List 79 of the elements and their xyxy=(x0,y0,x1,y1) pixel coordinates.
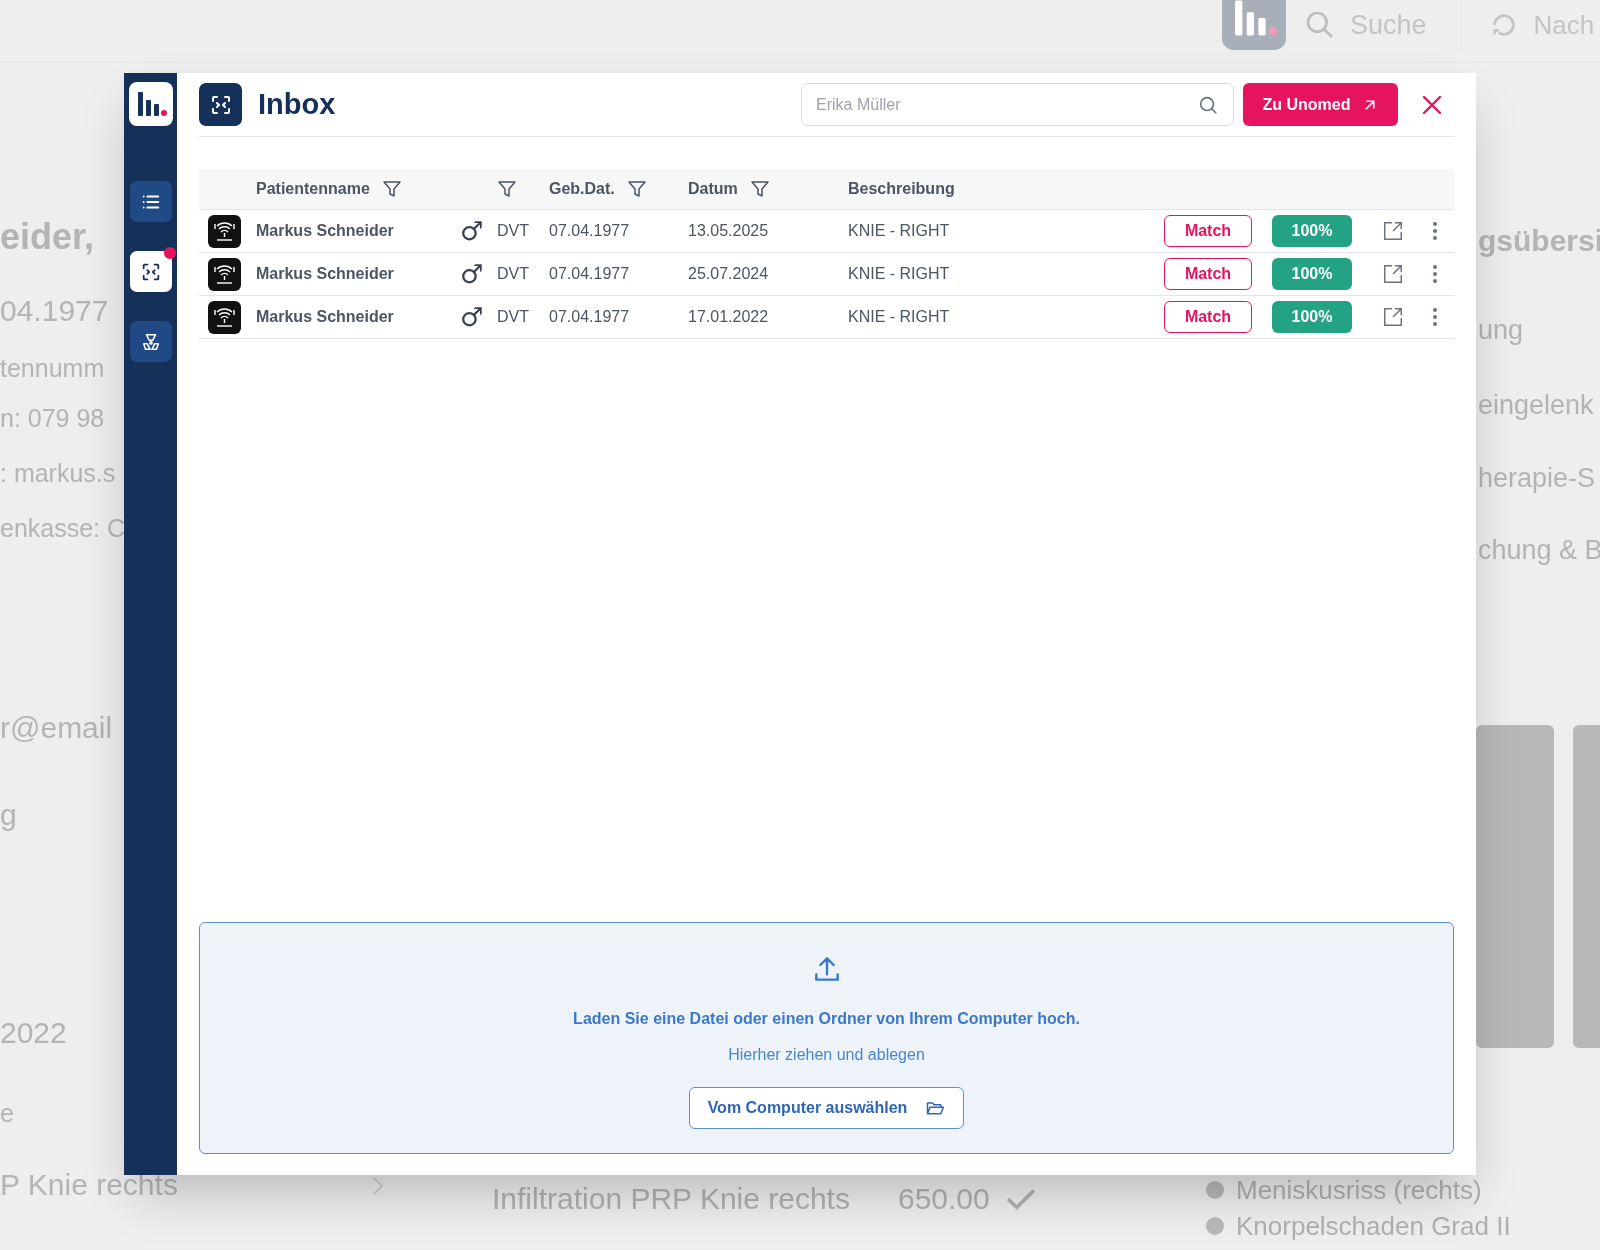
background-text: g xyxy=(0,797,17,833)
patient-name: Markus Schneider xyxy=(256,307,395,327)
sex-symbol: ♂ xyxy=(460,218,485,244)
match-button[interactable]: Match xyxy=(1164,258,1252,290)
more-icon xyxy=(1432,307,1438,327)
background-text: gsübersi xyxy=(1478,223,1600,259)
table-cell-text: DVT xyxy=(497,264,530,284)
sidebar-item[interactable] xyxy=(129,321,172,362)
background-text: r@email xyxy=(0,710,113,746)
sex-symbol: ♂ xyxy=(460,304,485,330)
search-input[interactable]: Erika Müller xyxy=(816,84,1197,125)
table-cell-text: 13.05.2025 xyxy=(688,221,770,241)
external-link-icon xyxy=(1382,306,1404,328)
external-link-icon xyxy=(1382,263,1404,285)
table-cell-text: DVT xyxy=(497,221,530,241)
score-badge: 100% xyxy=(1272,301,1352,333)
table-cell-text: KNIE - RIGHT xyxy=(848,307,951,327)
app-logo xyxy=(1222,0,1286,50)
open-button[interactable] xyxy=(1382,263,1404,285)
table-cell-text: 17.01.2022 xyxy=(688,307,770,327)
table-cell-text: 07.04.1977 xyxy=(549,264,631,284)
sex-symbol: ♂ xyxy=(460,261,485,287)
patient-name: Markus Schneider xyxy=(256,221,395,241)
external-link-button[interactable]: Zu Unomed xyxy=(1243,83,1398,126)
table-cell-text: 07.04.1977 xyxy=(549,307,631,327)
sidebar-item[interactable] xyxy=(129,181,172,222)
background-text: n: 079 98 xyxy=(0,403,105,434)
background-text: P Knie rechts xyxy=(0,1167,178,1203)
diagnosis-text: Meniskusriss (rechts) xyxy=(1236,1174,1482,1206)
more-icon xyxy=(1432,221,1438,241)
filter-icon[interactable] xyxy=(497,179,517,199)
table-cell-text: KNIE - RIGHT xyxy=(848,221,951,241)
column-header[interactable]: Beschreibung xyxy=(848,177,955,201)
search-field[interactable]: Erika Müller xyxy=(801,83,1234,126)
more-icon xyxy=(1432,264,1438,284)
score-badge: 100% xyxy=(1272,258,1352,290)
patient-name: Markus Schneider xyxy=(256,264,395,284)
external-link-icon xyxy=(1382,220,1404,242)
score-badge: 100% xyxy=(1272,215,1352,247)
filter-icon[interactable] xyxy=(381,179,402,199)
file-icon xyxy=(208,214,241,248)
more-button[interactable] xyxy=(1432,221,1438,241)
table-cell-text: 25.07.2024 xyxy=(688,264,770,284)
background-text: 04.1977 xyxy=(0,293,109,329)
background-text: e xyxy=(0,1098,14,1129)
upload-title: Laden Sie eine Datei oder einen Ordner von Ihrem Computer hoch. xyxy=(573,1009,1080,1029)
filter-icon[interactable] xyxy=(626,179,647,199)
match-button[interactable]: Match xyxy=(1164,301,1252,333)
match-button[interactable]: Match xyxy=(1164,215,1252,247)
choose-file-button[interactable]: Vom Computer auswählen xyxy=(688,1087,965,1129)
column-header[interactable]: Patientenname xyxy=(256,177,370,201)
open-button[interactable] xyxy=(1382,220,1404,242)
column-header[interactable]: Geb.Dat. xyxy=(549,177,615,201)
window-title: Inbox xyxy=(258,86,336,122)
table-cell-text: 07.04.1977 xyxy=(549,221,631,241)
background-text: ung xyxy=(1478,314,1524,347)
table-cell-text: KNIE - RIGHT xyxy=(848,264,951,284)
app-logo[interactable] xyxy=(128,82,173,126)
open-button[interactable] xyxy=(1382,306,1404,328)
background-text: tennumm xyxy=(0,353,105,384)
background-text: eider, xyxy=(0,215,95,259)
table-cell-text: DVT xyxy=(497,307,530,327)
file-icon xyxy=(208,257,241,291)
chevron-icon xyxy=(372,1175,384,1197)
diagnosis-text: Knorpelschaden Grad II xyxy=(1236,1210,1511,1242)
column-header[interactable]: Datum xyxy=(688,177,738,201)
more-button[interactable] xyxy=(1432,307,1438,327)
upload-hint: Hierher ziehen und ablegen xyxy=(728,1045,925,1065)
service-price: 650.00 xyxy=(897,1181,990,1217)
filter-icon[interactable] xyxy=(749,179,770,199)
more-button[interactable] xyxy=(1432,264,1438,284)
background-text: 2022 xyxy=(0,1015,67,1051)
file-icon xyxy=(208,300,241,334)
background-text: eingelenk xyxy=(1478,389,1594,422)
background-text: enkasse: C xyxy=(0,513,126,544)
background-text: : markus.s xyxy=(0,458,116,489)
upload-area[interactable]: Laden Sie eine Datei oder einen Ordner von Ihrem Computer hoch. Hierher ziehen und ablegen Vom Computer auswählen xyxy=(199,922,1454,1154)
service-name: Infiltration PRP Knie rechts xyxy=(492,1181,850,1217)
background-text: herapie-S xyxy=(1478,462,1596,495)
